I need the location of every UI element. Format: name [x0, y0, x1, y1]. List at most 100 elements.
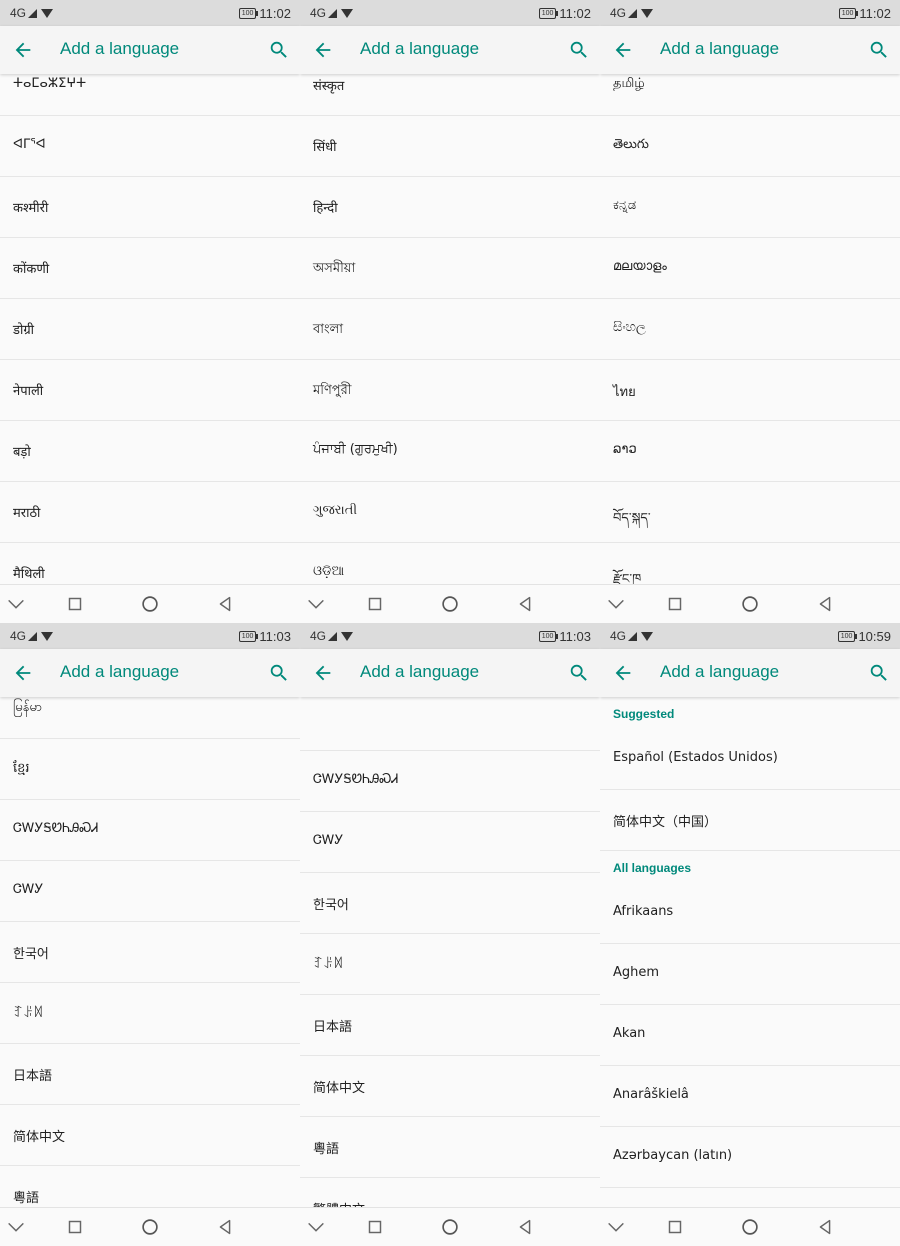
language-list-item[interactable]: ꆈꌠꉙ: [0, 983, 300, 1044]
search-icon[interactable]: [868, 39, 890, 61]
language-list-item[interactable]: ਪੰਜਾਬੀ (ਗੁਰਮੁਖੀ): [300, 421, 600, 482]
language-list[interactable]: Suggested Español (Estados Unidos) 简体中文（中国…: [600, 697, 900, 1207]
language-list-item[interactable]: ગુજરાતી: [300, 482, 600, 543]
language-list-item[interactable]: മലയാളം: [600, 238, 900, 299]
language-list-item[interactable]: བོད་སྐད་: [600, 482, 900, 543]
language-list-item[interactable]: Afrikaans: [600, 883, 900, 944]
language-list-item[interactable]: [300, 697, 600, 751]
triangle-back-icon[interactable]: [814, 593, 836, 615]
language-list-item[interactable]: कोंकणी: [0, 238, 300, 299]
language-list-item[interactable]: मैथिली: [0, 543, 300, 584]
chevron-down-icon[interactable]: [5, 1216, 27, 1238]
language-list[interactable]: संस्कृत सिंधी हिन्दी অসমীয়া বাংলা মণিপুরী ਪੰਜ…: [300, 74, 600, 584]
language-list-item[interactable]: ᏣᎳᎩ: [300, 812, 600, 873]
triangle-back-icon[interactable]: [214, 1216, 236, 1238]
language-list-item[interactable]: Español (Estados Unidos): [600, 729, 900, 790]
search-icon[interactable]: [268, 662, 290, 684]
language-list-item[interactable]: 简体中文: [0, 1105, 300, 1166]
language-list-item[interactable]: Anarâškielâ: [600, 1066, 900, 1127]
language-list-item[interactable]: कश्मीरी: [0, 177, 300, 238]
language-label: ꆈꌠꉙ: [313, 957, 344, 972]
language-list-item[interactable]: தமிழ்: [600, 74, 900, 116]
square-icon[interactable]: [364, 593, 386, 615]
arrow-back-icon[interactable]: [312, 39, 334, 61]
search-icon[interactable]: [568, 662, 590, 684]
language-list-item[interactable]: 日本語: [0, 1044, 300, 1105]
arrow-back-icon[interactable]: [12, 39, 34, 61]
triangle-back-icon[interactable]: [814, 1216, 836, 1238]
language-list[interactable]: ⵜⴰⵎⴰⵣⵉⵖⵜ ᐊᒥᕐᐊ कश्मीरी कोंकणी डोग्री नेपाली बड़…: [0, 74, 300, 584]
language-list-item[interactable]: Azərbaycan (latın): [600, 1127, 900, 1188]
language-list-item[interactable]: डोग्री: [0, 299, 300, 360]
search-icon[interactable]: [568, 39, 590, 61]
square-icon[interactable]: [64, 593, 86, 615]
language-list-item[interactable]: ᏣᎳᎩᎦᏬᏂᎯᏍᏗ: [300, 751, 600, 812]
language-list-item[interactable]: ଓଡ଼ିଆ: [300, 543, 600, 584]
language-list-item[interactable]: অসমীয়া: [300, 238, 600, 299]
language-list-item[interactable]: मराठी: [0, 482, 300, 543]
language-list-item[interactable]: ខ្មែរ: [0, 739, 300, 800]
language-list-item[interactable]: ລາວ: [600, 421, 900, 482]
language-list-item[interactable]: 简体中文（中国）: [600, 790, 900, 851]
arrow-back-icon[interactable]: [12, 662, 34, 684]
chevron-down-icon[interactable]: [305, 593, 327, 615]
arrow-back-icon[interactable]: [612, 39, 634, 61]
language-list-item[interactable]: 粵語: [300, 1117, 600, 1178]
language-list-item[interactable]: ไทย: [600, 360, 900, 421]
language-list-item[interactable]: ᏣᎳᎩ: [0, 861, 300, 922]
circle-icon[interactable]: [139, 1216, 161, 1238]
language-list-item[interactable]: संस्कृत: [300, 74, 600, 116]
language-list-item[interactable]: Akan: [600, 1005, 900, 1066]
language-list-item[interactable]: ⵜⴰⵎⴰⵣⵉⵖⵜ: [0, 74, 300, 116]
language-list-item[interactable]: ᐊᒥᕐᐊ: [0, 116, 300, 177]
square-icon[interactable]: [364, 1216, 386, 1238]
language-list-item[interactable]: Aghem: [600, 944, 900, 1005]
language-list-item[interactable]: 简体中文: [300, 1056, 600, 1117]
language-list-item[interactable]: සිංහල: [600, 299, 900, 360]
language-list-item[interactable]: Bamanakan: [600, 1188, 900, 1207]
language-list-item[interactable]: 繁體中文: [300, 1178, 600, 1207]
square-icon[interactable]: [664, 1216, 686, 1238]
language-list-item[interactable]: ᏣᎳᎩᎦᏬᏂᎯᏍᏗ: [0, 800, 300, 861]
language-list-item[interactable]: 日本語: [300, 995, 600, 1056]
language-list-item[interactable]: মণিপুরী: [300, 360, 600, 421]
app-bar: Add a language: [600, 26, 900, 74]
language-list-item[interactable]: नेपाली: [0, 360, 300, 421]
chevron-down-icon[interactable]: [605, 1216, 627, 1238]
language-list-item[interactable]: हिन्दी: [300, 177, 600, 238]
circle-icon[interactable]: [439, 1216, 461, 1238]
chevron-down-icon[interactable]: [305, 1216, 327, 1238]
circle-icon[interactable]: [439, 593, 461, 615]
language-list-item[interactable]: ಕನ್ನಡ: [600, 177, 900, 238]
language-list-item[interactable]: ꆈꌠꉙ: [300, 934, 600, 995]
language-list-item[interactable]: सिंधी: [300, 116, 600, 177]
language-list-item[interactable]: 한국어: [0, 922, 300, 983]
language-list-content: Suggested Español (Estados Unidos) 简体中文（中国…: [600, 697, 900, 1207]
language-list[interactable]: ᏣᎳᎩᎦᏬᏂᎯᏍᏗ ᏣᎳᎩ 한국어 ꆈꌠꉙ 日本語简体中文粵語繁體中文: [300, 697, 600, 1207]
triangle-back-icon[interactable]: [214, 593, 236, 615]
language-list-item[interactable]: తెలుగు: [600, 116, 900, 177]
language-list-item[interactable]: 粵語: [0, 1166, 300, 1207]
language-list-item[interactable]: 한국어: [300, 873, 600, 934]
battery-icon: 100: [238, 630, 259, 642]
circle-icon[interactable]: [739, 1216, 761, 1238]
circle-icon[interactable]: [739, 593, 761, 615]
chevron-down-icon[interactable]: [605, 593, 627, 615]
square-icon[interactable]: [64, 1216, 86, 1238]
language-list[interactable]: မြန်မာ ខ្មែរ ᏣᎳᎩᎦᏬᏂᎯᏍᏗ ᏣᎳᎩ 한국어 ꆈꌠꉙ 日本語 简体中文 粵語: [0, 697, 300, 1207]
search-icon[interactable]: [268, 39, 290, 61]
language-list[interactable]: தமிழ் తెలుగు ಕನ್ನಡ മലയാളം සිංහල ไทย ລາວ བོད་སྐད…: [600, 74, 900, 584]
triangle-back-icon[interactable]: [514, 1216, 536, 1238]
battery-level: 100: [541, 632, 554, 640]
language-list-item[interactable]: বাংলা: [300, 299, 600, 360]
chevron-down-icon[interactable]: [5, 593, 27, 615]
language-list-item[interactable]: बड़ो: [0, 421, 300, 482]
language-list-item[interactable]: မြန်မာ: [0, 697, 300, 739]
arrow-back-icon[interactable]: [612, 662, 634, 684]
arrow-back-icon[interactable]: [312, 662, 334, 684]
square-icon[interactable]: [664, 593, 686, 615]
language-list-item[interactable]: རྫོང་ཁ: [600, 543, 900, 584]
circle-icon[interactable]: [139, 593, 161, 615]
search-icon[interactable]: [868, 662, 890, 684]
triangle-back-icon[interactable]: [514, 593, 536, 615]
